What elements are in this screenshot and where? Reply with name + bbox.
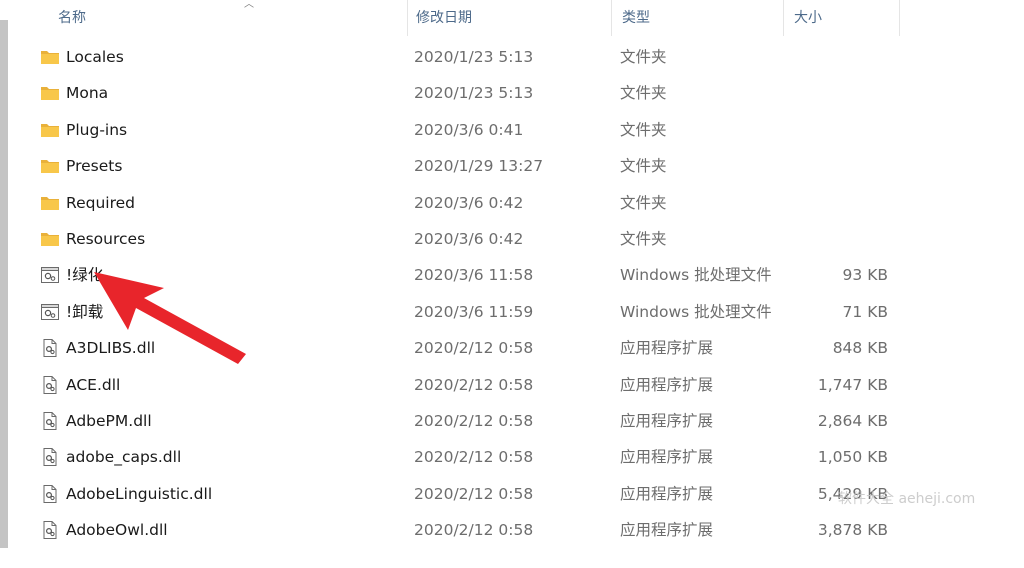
- dll-file-icon: [40, 411, 60, 430]
- column-header-name-label: 名称: [58, 10, 86, 26]
- file-name: adobe_caps.dll: [66, 448, 182, 467]
- file-size: 2,864 KB: [817, 411, 888, 430]
- file-row[interactable]: Locales 2020/1/23 5:13 文件夹: [0, 39, 1024, 75]
- watermark: 软件大全 aeheji.com: [838, 491, 976, 507]
- file-size: 1,747 KB: [817, 375, 888, 394]
- file-name: AdobeLinguistic.dll: [66, 484, 213, 503]
- file-modified-date: 2020/3/6 0:42: [414, 193, 524, 212]
- file-size: [780, 75, 888, 111]
- file-modified-date: 2020/1/23 5:13: [414, 84, 534, 103]
- file-size: 93 KB: [842, 266, 888, 285]
- file-type: 文件夹: [620, 157, 667, 176]
- file-name: Required: [66, 193, 135, 212]
- file-name: ACE.dll: [66, 375, 121, 394]
- file-row[interactable]: Required 2020/3/6 0:42 文件夹: [0, 185, 1024, 221]
- file-modified-date: 2020/2/12 0:58: [414, 448, 534, 467]
- file-size: [780, 148, 888, 184]
- dll-file-icon: [40, 521, 60, 540]
- file-type: Windows 批处理文件: [620, 302, 772, 321]
- file-modified-date: 2020/3/6 0:42: [414, 229, 524, 248]
- file-type: 应用程序扩展: [620, 375, 714, 394]
- file-name: Presets: [66, 157, 123, 176]
- file-type: 文件夹: [620, 120, 667, 139]
- file-size: [780, 39, 888, 75]
- file-size: 1,050 KB: [817, 448, 888, 467]
- file-name: AdbePM.dll: [66, 411, 152, 430]
- file-modified-date: 2020/3/6 11:58: [414, 266, 534, 285]
- file-type: 应用程序扩展: [620, 484, 714, 503]
- file-row[interactable]: adobe_caps.dll 2020/2/12 0:58 应用程序扩展 1,050 …: [0, 439, 1024, 475]
- column-header: ︿ 名称 修改日期 类型 大小: [22, 0, 902, 36]
- file-row[interactable]: ACE.dll 2020/2/12 0:58 应用程序扩展 1,747 KB: [0, 367, 1024, 403]
- batch-file-icon: [40, 266, 60, 284]
- column-header-date-label: 修改日期: [416, 10, 472, 26]
- folder-icon: [40, 230, 60, 248]
- file-row[interactable]: Resources 2020/3/6 0:42 文件夹: [0, 221, 1024, 257]
- file-modified-date: 2020/1/23 5:13: [414, 48, 534, 66]
- file-row[interactable]: Plug-ins 2020/3/6 0:41 文件夹: [0, 112, 1024, 148]
- file-type: 文件夹: [620, 193, 667, 212]
- column-header-size[interactable]: 大小: [784, 0, 900, 36]
- file-name: Plug-ins: [66, 120, 128, 139]
- file-modified-date: 2020/2/12 0:58: [414, 375, 534, 394]
- file-modified-date: 2020/3/6 0:41: [414, 120, 524, 139]
- file-name: Resources: [66, 229, 146, 248]
- bottom-edge: [0, 548, 1024, 568]
- dll-file-icon: [40, 448, 60, 467]
- column-header-size-label: 大小: [794, 10, 822, 26]
- file-modified-date: 2020/3/6 11:59: [414, 302, 534, 321]
- file-modified-date: 2020/1/29 13:27: [414, 157, 544, 176]
- file-size: 3,878 KB: [817, 521, 888, 540]
- file-type: 应用程序扩展: [620, 521, 714, 540]
- file-modified-date: 2020/2/12 0:58: [414, 411, 534, 430]
- dll-file-icon: [40, 484, 60, 503]
- file-type: 文件夹: [620, 84, 667, 103]
- file-size: [780, 221, 888, 257]
- file-modified-date: 2020/2/12 0:58: [414, 484, 534, 503]
- file-modified-date: 2020/2/12 0:58: [414, 521, 534, 540]
- file-row[interactable]: AdobeOwl.dll 2020/2/12 0:58 应用程序扩展 3,878 KB: [0, 512, 1024, 548]
- file-size: [780, 112, 888, 148]
- file-name: AdobeOwl.dll: [66, 521, 168, 540]
- file-type: Windows 批处理文件: [620, 266, 772, 285]
- file-row[interactable]: Presets 2020/1/29 13:27 文件夹: [0, 148, 1024, 184]
- batch-file-icon: [40, 303, 60, 321]
- file-size: 71 KB: [842, 302, 888, 321]
- folder-icon: [40, 157, 60, 175]
- file-size: [780, 185, 888, 221]
- file-modified-date: 2020/2/12 0:58: [414, 339, 534, 358]
- file-type: 文件夹: [620, 229, 667, 248]
- file-name: Mona: [66, 84, 109, 103]
- red-arrow-annotation: [94, 272, 246, 364]
- column-header-name[interactable]: 名称: [48, 0, 408, 36]
- dll-file-icon: [40, 339, 60, 358]
- file-name: Locales: [66, 48, 124, 66]
- folder-icon: [40, 194, 60, 212]
- column-header-date[interactable]: 修改日期: [406, 0, 612, 36]
- folder-icon: [40, 121, 60, 139]
- file-row[interactable]: Mona 2020/1/23 5:13 文件夹: [0, 75, 1024, 111]
- file-size: 848 KB: [832, 339, 888, 358]
- file-type: 文件夹: [620, 48, 667, 66]
- file-type: 应用程序扩展: [620, 339, 714, 358]
- column-header-type-label: 类型: [622, 10, 650, 26]
- column-header-type[interactable]: 类型: [612, 0, 784, 36]
- file-type: 应用程序扩展: [620, 448, 714, 467]
- file-type: 应用程序扩展: [620, 411, 714, 430]
- file-row[interactable]: AdbePM.dll 2020/2/12 0:58 应用程序扩展 2,864 KB: [0, 403, 1024, 439]
- file-explorer-window: ︿ 名称 修改日期 类型 大小 Locales 2020/1/23 5:13 文件夹…: [0, 0, 1024, 568]
- folder-icon: [40, 84, 60, 102]
- dll-file-icon: [40, 375, 60, 394]
- folder-icon: [40, 48, 60, 66]
